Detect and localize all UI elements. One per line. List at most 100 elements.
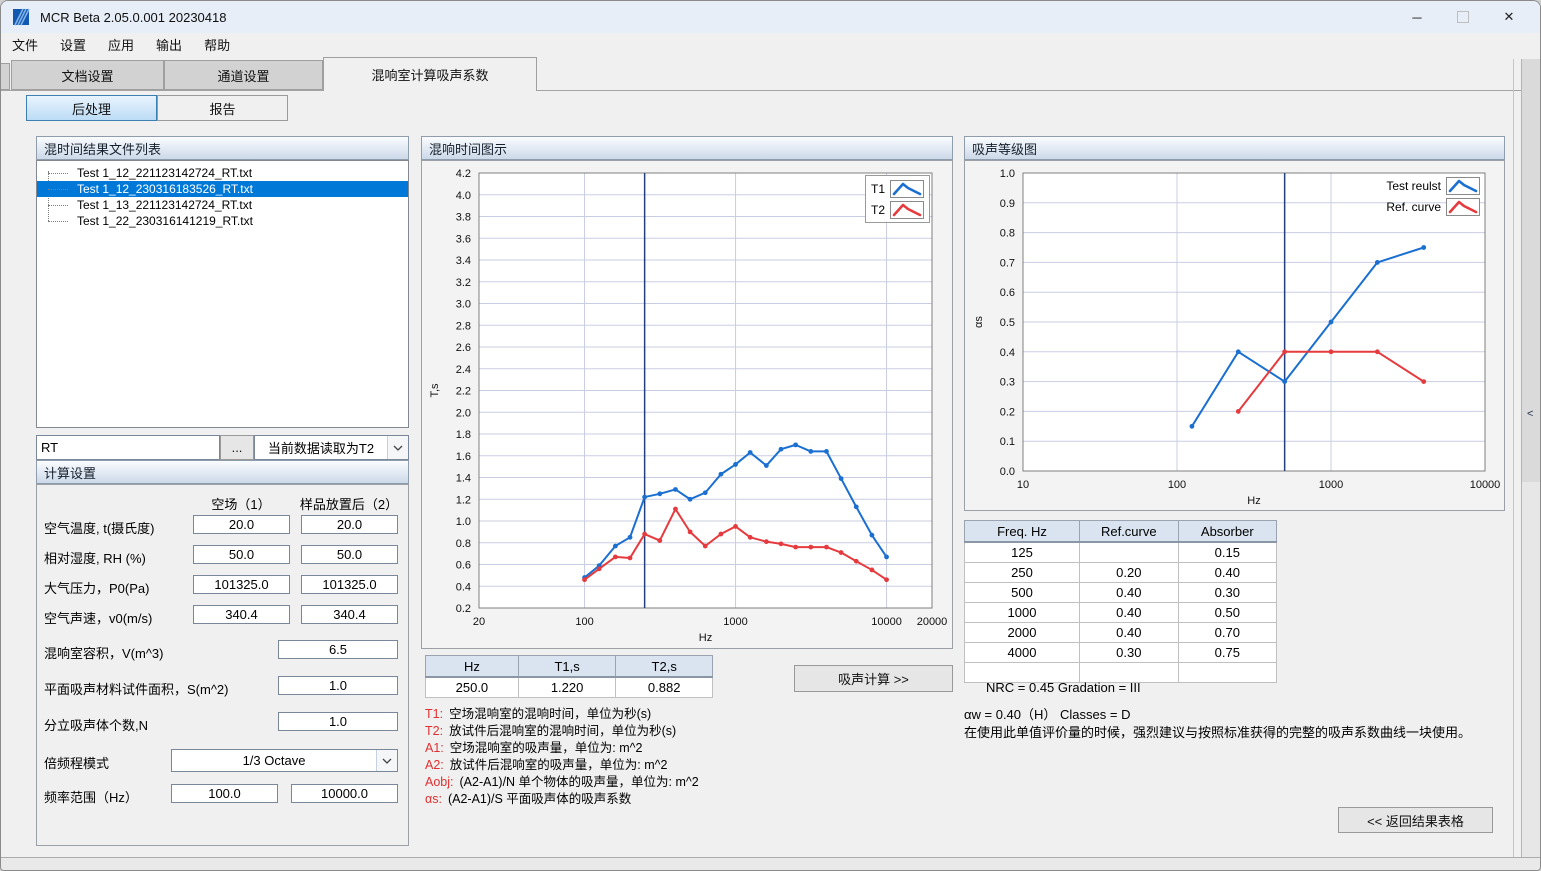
note-text: (A2-A1)/N 单个物体的吸声量，单位为: m^2 (460, 775, 699, 789)
chevron-down-icon[interactable] (376, 750, 397, 771)
svg-text:Hz: Hz (1247, 495, 1260, 507)
menu-file[interactable]: 文件 (1, 33, 49, 56)
nrc-result: NRC = 0.45 Gradation = III (986, 680, 1141, 695)
svg-text:0.1: 0.1 (1000, 436, 1015, 448)
air-temperature-field-2[interactable] (301, 515, 398, 534)
legend-label: T1 (871, 182, 885, 196)
list-item[interactable]: Test 1_22_230316141219_RT.txt (37, 213, 408, 229)
svg-text:4.0: 4.0 (456, 190, 471, 202)
collapse-panel-strip[interactable]: < (1521, 59, 1541, 482)
note-line: T1:空场混响室的混响时间，单位为秒(s) (425, 706, 699, 723)
data-read-combobox[interactable]: 当前数据读取为T2 (254, 435, 409, 460)
room-volume-field[interactable] (278, 640, 398, 659)
curve-icon (890, 180, 924, 198)
legend-entry: Ref. curve (1386, 196, 1480, 217)
rt-file-list[interactable]: Test 1_12_221123142724_RT.txtTest 1_12_2… (36, 160, 409, 428)
column-header-with-sample: 样品放置后（2） (284, 494, 414, 513)
svg-text:3.2: 3.2 (456, 277, 471, 289)
legend-label: Test reulst (1386, 179, 1441, 193)
absorption-table-header-freq: Freq. Hz (965, 521, 1080, 543)
window-controls: ─ ✕ (1394, 1, 1532, 33)
rt-name-input[interactable] (36, 435, 220, 460)
absorption-calc-button[interactable]: 吸声计算 >> (794, 665, 953, 692)
list-item[interactable]: Test 1_12_221123142724_RT.txt (37, 165, 408, 181)
chevron-down-icon[interactable] (387, 436, 408, 459)
tab-channel-settings[interactable]: 通道设置 (164, 60, 323, 90)
frequency-min-field[interactable] (171, 784, 278, 803)
absorber-count-field[interactable] (278, 712, 398, 731)
label-relative-humidity: 相对湿度, RH (%) (44, 548, 146, 567)
table-cell: 2000 (965, 623, 1080, 643)
svg-text:Hz: Hz (699, 632, 712, 644)
subtab-postprocess[interactable]: 后处理 (26, 95, 157, 121)
svg-text:0.4: 0.4 (1000, 347, 1015, 359)
rt-table-header-hz: Hz (426, 656, 519, 678)
subtab-report[interactable]: 报告 (157, 95, 288, 121)
table-row[interactable]: 5000.400.30 (965, 583, 1277, 603)
legend-entry: Test reulst (1386, 175, 1480, 196)
note-label: T2: (425, 724, 443, 738)
tree-connector (48, 173, 68, 174)
rt-table-freq: 250.0 (426, 677, 519, 698)
list-item[interactable]: Test 1_12_230316183526_RT.txt (37, 181, 408, 197)
maximize-button[interactable] (1440, 1, 1486, 33)
sample-area-field[interactable] (278, 676, 398, 695)
svg-text:0.6: 0.6 (456, 560, 471, 572)
pressure-field-1[interactable] (193, 575, 290, 594)
menu-bar: 文件 设置 应用 输出 帮助 (1, 33, 1540, 56)
app-window: MCR Beta 2.05.0.001 20230418 ─ ✕ 文件 设置 应… (0, 0, 1541, 871)
collapse-left-icon[interactable]: < (1527, 408, 1533, 420)
legend-entry: T1 (871, 178, 924, 199)
absorption-table-header-ref: Ref.curve (1080, 521, 1179, 543)
title-bar: MCR Beta 2.05.0.001 20230418 ─ ✕ (1, 1, 1540, 33)
frequency-max-field[interactable] (291, 784, 398, 803)
minimize-button[interactable]: ─ (1394, 1, 1440, 33)
humidity-field-1[interactable] (193, 545, 290, 564)
table-row[interactable]: 250.0 1.220 0.882 (426, 677, 713, 698)
close-button[interactable]: ✕ (1486, 1, 1532, 33)
table-cell: 0.40 (1080, 583, 1179, 603)
table-row[interactable]: 1250.15 (965, 542, 1277, 563)
legend-entry: T2 (871, 199, 924, 220)
table-cell: 4000 (965, 643, 1080, 663)
table-row[interactable]: 20000.400.70 (965, 623, 1277, 643)
collapse-panel-strip-lower (1521, 482, 1541, 857)
rt-chart[interactable]: 0.20.40.60.81.01.21.41.61.82.02.22.42.62… (422, 161, 952, 648)
octave-mode-value: 1/3 Octave (172, 753, 376, 768)
svg-text:2.4: 2.4 (456, 364, 471, 376)
humidity-field-2[interactable] (301, 545, 398, 564)
svg-text:0.2: 0.2 (1000, 406, 1015, 418)
table-row[interactable]: 2500.200.40 (965, 563, 1277, 583)
air-temperature-field-1[interactable] (193, 515, 290, 534)
svg-text:3.6: 3.6 (456, 233, 471, 245)
table-row[interactable]: 10000.400.50 (965, 603, 1277, 623)
label-absorber-count: 分立吸声体个数,N (44, 715, 148, 734)
menu-application[interactable]: 应用 (97, 33, 145, 56)
svg-text:2.2: 2.2 (456, 386, 471, 398)
menu-help[interactable]: 帮助 (193, 33, 241, 56)
svg-text:10000: 10000 (1470, 479, 1501, 491)
label-sound-speed: 空气声速，v0(m/s) (44, 608, 152, 627)
list-item[interactable]: Test 1_13_221123142724_RT.txt (37, 197, 408, 213)
sound-speed-field-1[interactable] (193, 605, 290, 624)
back-to-results-button[interactable]: << 返回结果表格 (1338, 807, 1493, 833)
tab-document-settings[interactable]: 文档设置 (11, 60, 164, 90)
svg-text:100: 100 (575, 616, 593, 628)
tab-strip-stub (1, 63, 10, 90)
menu-output[interactable]: 输出 (145, 33, 193, 56)
tab-page-border (1, 90, 1540, 91)
menu-settings[interactable]: 设置 (49, 33, 97, 56)
svg-text:1000: 1000 (723, 616, 747, 628)
octave-mode-combobox[interactable]: 1/3 Octave (171, 749, 398, 772)
sound-speed-field-2[interactable] (301, 605, 398, 624)
pressure-field-2[interactable] (301, 575, 398, 594)
note-label: A1: (425, 741, 444, 755)
table-cell: 0.20 (1080, 563, 1179, 583)
browse-button[interactable]: ... (220, 435, 254, 460)
table-cell (1178, 663, 1276, 683)
tab-reverb-absorption[interactable]: 混响室计算吸声系数 (323, 57, 537, 91)
table-cell: 0.15 (1178, 542, 1276, 563)
svg-text:1.4: 1.4 (456, 473, 471, 485)
note-label: Aobj: (425, 775, 454, 789)
table-row[interactable]: 40000.300.75 (965, 643, 1277, 663)
